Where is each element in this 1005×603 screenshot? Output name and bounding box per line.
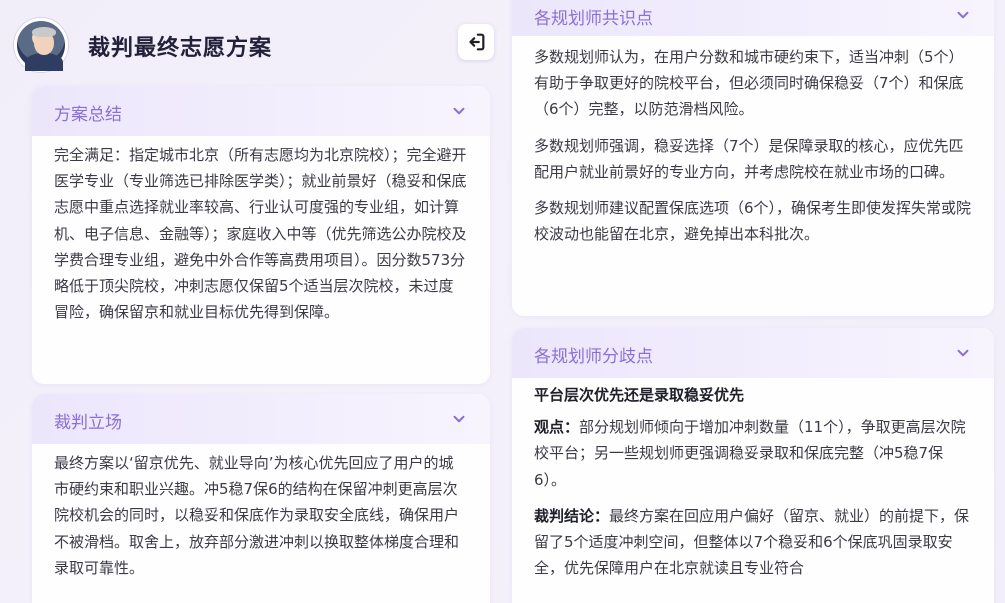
summary-card-header[interactable]: 方案总结 xyxy=(32,86,490,136)
divergence-view: 观点：部分规划师倾向于增加冲刺数量（11个），争取更高层次院校平台；另一些规划师… xyxy=(534,414,972,493)
stance-text: 最终方案以‘留京优先、就业导向’为核心优先回应了用户的城市硬约束和职业兴趣。冲5… xyxy=(54,454,460,577)
consensus-card-title: 各规划师共识点 xyxy=(534,9,653,29)
avatar xyxy=(14,18,68,72)
chevron-down-icon[interactable] xyxy=(954,344,972,362)
left-column: 裁判最终志愿方案 方案总结 完全满足：指定城市北京（所有志愿均为北京院校）；完全… xyxy=(0,0,500,603)
divergence-card-header[interactable]: 各规划师分歧点 xyxy=(512,328,994,378)
summary-card-title: 方案总结 xyxy=(54,105,122,125)
divergence-verdict: 裁判结论：最终方案在回应用户偏好（留京、就业）的前提下，保留了5个适度冲刺空间，… xyxy=(534,503,972,582)
divergence-subtitle: 平台层次优先还是录取稳妥优先 xyxy=(534,386,745,404)
consensus-paragraph-1: 多数规划师认为，在用户分数和城市硬约束下，适当冲刺（5个）有助于争取更好的院校平… xyxy=(534,48,964,119)
page-title: 裁判最终志愿方案 xyxy=(88,36,273,61)
divergence-card-title: 各规划师分歧点 xyxy=(534,347,653,367)
chevron-down-icon[interactable] xyxy=(450,102,468,120)
divergence-card: 各规划师分歧点 平台层次优先还是录取稳妥优先 观点：部分规划师倾向于增加冲刺数量… xyxy=(512,328,994,603)
verdict-label: 裁判结论： xyxy=(534,506,610,525)
stance-card-header[interactable]: 裁判立场 xyxy=(32,394,490,444)
view-label: 观点： xyxy=(534,418,580,437)
consensus-card-header[interactable]: 各规划师共识点 xyxy=(512,0,994,36)
consensus-paragraph-3: 多数规划师建议配置保底选项（6个），确保考生即使发挥失常或院校波动也能留在北京，… xyxy=(534,199,972,244)
consensus-paragraph-2: 多数规划师强调，稳妥选择（7个）是保障录取的核心，应优先匹配用户就业前景好的专业… xyxy=(534,136,964,181)
header: 裁判最终志愿方案 xyxy=(10,14,498,76)
exit-icon xyxy=(469,33,485,51)
chevron-down-icon[interactable] xyxy=(450,410,468,428)
chevron-down-icon[interactable] xyxy=(954,6,972,24)
summary-card: 方案总结 完全满足：指定城市北京（所有志愿均为北京院校）；完全避开医学专业（专业… xyxy=(32,86,490,384)
view-text: 部分规划师倾向于增加冲刺数量（11个），争取更高层次院校平台；另一些规划师更强调… xyxy=(534,418,966,489)
consensus-card: 各规划师共识点 多数规划师认为，在用户分数和城市硬约束下，适当冲刺（5个）有助于… xyxy=(512,0,994,316)
right-column: 各规划师共识点 多数规划师认为，在用户分数和城市硬约束下，适当冲刺（5个）有助于… xyxy=(500,0,1005,603)
stance-card: 裁判立场 最终方案以‘留京优先、就业导向’为核心优先回应了用户的城市硬约束和职业… xyxy=(32,394,490,603)
exit-button[interactable] xyxy=(458,24,494,60)
stance-card-title: 裁判立场 xyxy=(54,413,122,433)
summary-text: 完全满足：指定城市北京（所有志愿均为北京院校）；完全避开医学专业（专业筛选已排除… xyxy=(54,146,467,322)
